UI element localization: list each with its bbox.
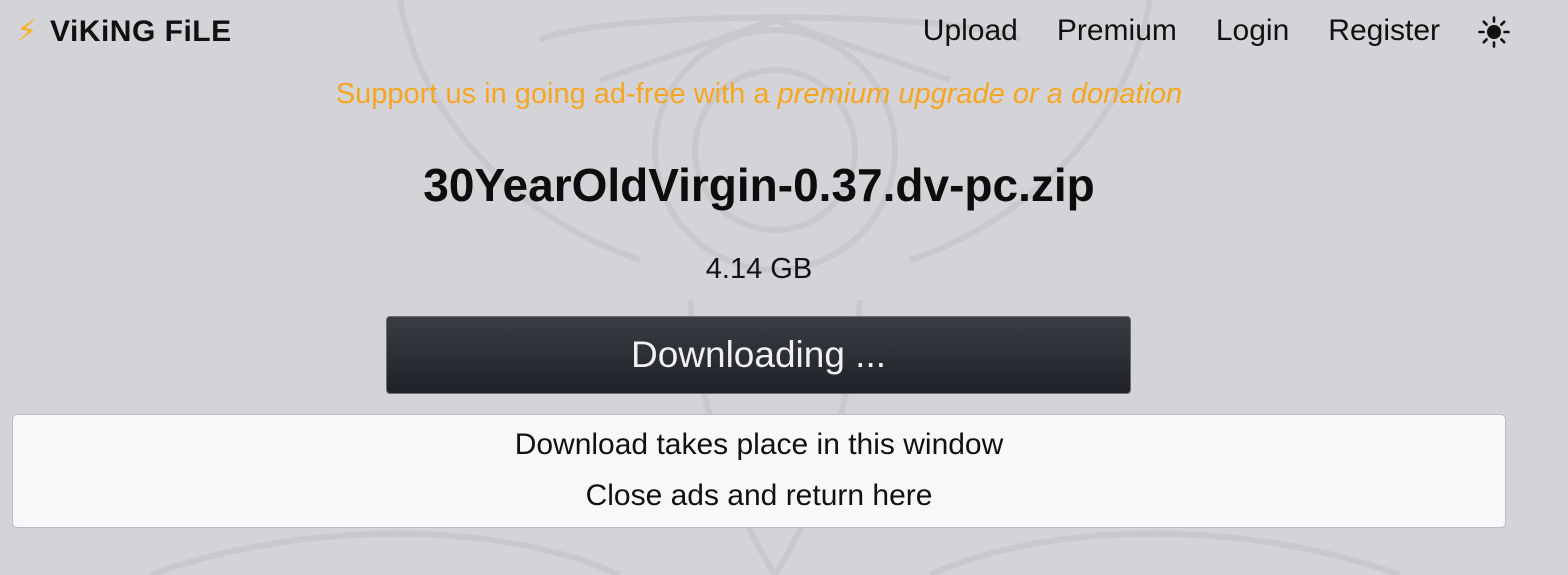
notice-line-1: Download takes place in this window: [514, 428, 1004, 461]
premium-donation-link[interactable]: premium upgrade or a donation: [778, 78, 1183, 110]
promo-banner: Support us in going ad-free with a premi…: [0, 78, 1518, 111]
nav-premium-link[interactable]: Premium: [1057, 14, 1177, 48]
promo-text: Support us in going ad-free with a: [335, 78, 778, 110]
sun-icon[interactable]: [1478, 16, 1510, 48]
file-size: 4.14 GB: [705, 253, 813, 285]
notice-line-2: Close ads and return here: [585, 479, 933, 512]
brand-logo-link[interactable]: ⚡ ViKiNG FiLE: [12, 14, 232, 49]
download-notice-box: Download takes place in this window Clos…: [12, 414, 1506, 528]
nav-register-link[interactable]: Register: [1328, 14, 1440, 48]
brand-name: ViKiNG FiLE: [50, 14, 232, 48]
nav-links: Upload Premium Login Register: [884, 14, 1510, 48]
nav-login-link[interactable]: Login: [1216, 14, 1289, 48]
top-navbar: ⚡ ViKiNG FiLE Upload Premium Login Regis…: [0, 0, 1568, 66]
lightning-bolt-icon: ⚡: [16, 15, 38, 48]
nav-upload-link[interactable]: Upload: [923, 14, 1018, 48]
file-name-title: 30YearOldVirgin-0.37.dv-pc.zip: [423, 159, 1095, 211]
download-button[interactable]: Downloading ...: [386, 316, 1131, 394]
